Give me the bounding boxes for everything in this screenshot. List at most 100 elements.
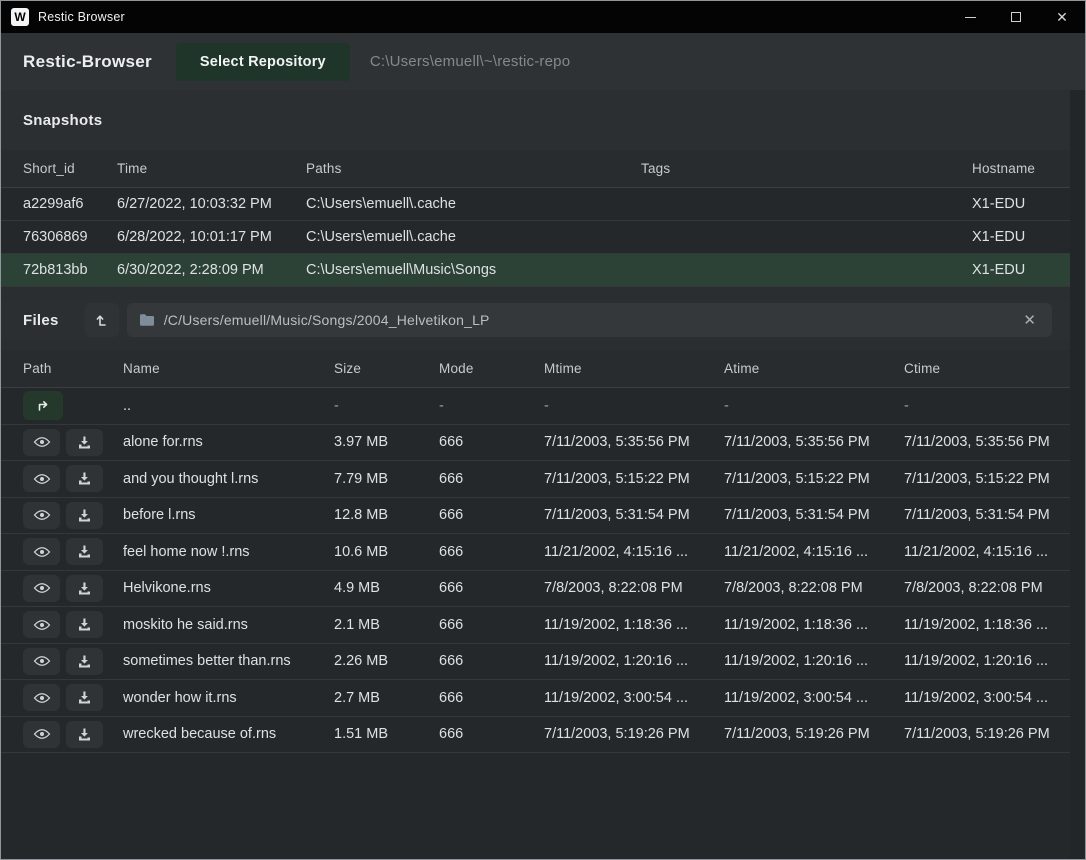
file-size: 2.26 MB — [334, 653, 439, 669]
file-size: 2.7 MB — [334, 690, 439, 706]
minimize-button[interactable] — [947, 1, 993, 33]
file-name: wonder how it.rns — [123, 690, 334, 706]
maximize-button[interactable] — [993, 1, 1039, 33]
file-row[interactable]: sometimes better than.rns 2.26 MB 666 11… — [1, 644, 1070, 681]
close-button[interactable]: ✕ — [1039, 1, 1085, 33]
parent-dir-row[interactable]: .. - - - - - — [1, 388, 1070, 425]
eye-icon — [33, 691, 51, 705]
eye-icon — [33, 508, 51, 522]
file-row[interactable]: before l.rns 12.8 MB 666 7/11/2003, 5:31… — [1, 498, 1070, 535]
preview-file-button[interactable] — [23, 684, 60, 711]
file-ctime: 11/19/2002, 3:00:54 ... — [904, 690, 1070, 706]
file-row[interactable]: Helvikone.rns 4.9 MB 666 7/8/2003, 8:22:… — [1, 571, 1070, 608]
titlebar: W Restic Browser ✕ — [1, 1, 1085, 33]
file-ctime: 11/19/2002, 1:20:16 ... — [904, 653, 1070, 669]
file-row[interactable]: alone for.rns 3.97 MB 666 7/11/2003, 5:3… — [1, 425, 1070, 462]
file-name: feel home now !.rns — [123, 544, 334, 560]
file-mtime: 11/19/2002, 1:18:36 ... — [544, 617, 724, 633]
preview-file-button[interactable] — [23, 502, 60, 529]
files-table: .. - - - - - — [1, 388, 1070, 859]
snapshot-paths: C:\Users\emuell\.cache — [306, 196, 641, 212]
file-ctime: 7/11/2003, 5:31:54 PM — [904, 507, 1070, 523]
snapshot-short-id: 76306869 — [23, 229, 117, 245]
app-window: W Restic Browser ✕ Restic-Browser Select… — [0, 0, 1086, 860]
col-size: Size — [334, 361, 439, 376]
snapshots-table: a2299af6 6/27/2022, 10:03:32 PM C:\Users… — [1, 188, 1070, 287]
file-mode: 666 — [439, 507, 544, 523]
file-atime: 7/11/2003, 5:15:22 PM — [724, 471, 904, 487]
folder-icon — [139, 313, 155, 327]
wails-logo-icon: W — [11, 8, 29, 26]
file-size: 7.79 MB — [334, 471, 439, 487]
file-ctime: 11/21/2002, 4:15:16 ... — [904, 544, 1070, 560]
col-hostname: Hostname — [972, 161, 1070, 176]
file-mtime: 7/11/2003, 5:19:26 PM — [544, 726, 724, 742]
file-name: sometimes better than.rns — [123, 653, 334, 669]
download-file-button[interactable] — [66, 721, 103, 748]
select-repository-button[interactable]: Select Repository — [176, 43, 350, 81]
current-path-field[interactable]: /C/Users/emuell/Music/Songs/2004_Helveti… — [127, 303, 1052, 337]
preview-file-button[interactable] — [23, 538, 60, 565]
snapshot-short-id: a2299af6 — [23, 196, 117, 212]
col-mode: Mode — [439, 361, 544, 376]
file-name: and you thought l.rns — [123, 471, 334, 487]
download-file-button[interactable] — [66, 538, 103, 565]
eye-icon — [33, 618, 51, 632]
eye-icon — [33, 727, 51, 741]
preview-file-button[interactable] — [23, 648, 60, 675]
file-size: 1.51 MB — [334, 726, 439, 742]
parent-ctime: - — [904, 398, 1070, 414]
file-row[interactable]: feel home now !.rns 10.6 MB 666 11/21/20… — [1, 534, 1070, 571]
file-row[interactable]: wrecked because of.rns 1.51 MB 666 7/11/… — [1, 717, 1070, 754]
col-paths: Paths — [306, 161, 641, 176]
go-to-root-button[interactable] — [85, 303, 119, 337]
download-file-button[interactable] — [66, 611, 103, 638]
download-file-button[interactable] — [66, 684, 103, 711]
download-icon — [77, 690, 92, 705]
clear-path-button[interactable]: ✕ — [1017, 309, 1042, 331]
download-file-button[interactable] — [66, 465, 103, 492]
download-icon — [77, 654, 92, 669]
file-name: wrecked because of.rns — [123, 726, 334, 742]
snapshot-short-id: 72b813bb — [23, 262, 117, 278]
download-file-button[interactable] — [66, 502, 103, 529]
file-mode: 666 — [439, 690, 544, 706]
snapshot-row[interactable]: 76306869 6/28/2022, 10:01:17 PM C:\Users… — [1, 221, 1070, 254]
download-file-button[interactable] — [66, 575, 103, 602]
window-title: Restic Browser — [38, 10, 125, 24]
snapshot-hostname: X1-EDU — [972, 196, 1070, 212]
download-file-button[interactable] — [66, 648, 103, 675]
snapshot-row[interactable]: 72b813bb 6/30/2022, 2:28:09 PM C:\Users\… — [1, 254, 1070, 287]
download-file-button[interactable] — [66, 429, 103, 456]
download-icon — [77, 471, 92, 486]
col-short-id: Short_id — [23, 161, 117, 176]
preview-file-button[interactable] — [23, 611, 60, 638]
repository-path: C:\Users\emuell\~\restic-repo — [370, 53, 570, 70]
file-row[interactable]: moskito he said.rns 2.1 MB 666 11/19/200… — [1, 607, 1070, 644]
preview-file-button[interactable] — [23, 465, 60, 492]
file-mtime: 11/19/2002, 1:20:16 ... — [544, 653, 724, 669]
parent-atime: - — [724, 398, 904, 414]
file-row[interactable]: wonder how it.rns 2.7 MB 666 11/19/2002,… — [1, 680, 1070, 717]
download-icon — [77, 581, 92, 596]
file-row[interactable]: and you thought l.rns 7.79 MB 666 7/11/2… — [1, 461, 1070, 498]
snapshot-paths: C:\Users\emuell\Music\Songs — [306, 262, 641, 278]
preview-file-button[interactable] — [23, 721, 60, 748]
preview-file-button[interactable] — [23, 575, 60, 602]
go-parent-button[interactable] — [23, 391, 63, 420]
files-title: Files — [23, 312, 59, 329]
file-size: 4.9 MB — [334, 580, 439, 596]
file-atime: 7/8/2003, 8:22:08 PM — [724, 580, 904, 596]
file-mtime: 7/11/2003, 5:31:54 PM — [544, 507, 724, 523]
col-name: Name — [123, 361, 334, 376]
col-path: Path — [23, 361, 123, 376]
file-mtime: 7/8/2003, 8:22:08 PM — [544, 580, 724, 596]
files-table-header: Path Name Size Mode Mtime Atime Ctime — [1, 350, 1070, 388]
download-icon — [77, 617, 92, 632]
file-atime: 11/19/2002, 1:18:36 ... — [724, 617, 904, 633]
file-name: before l.rns — [123, 507, 334, 523]
download-icon — [77, 508, 92, 523]
preview-file-button[interactable] — [23, 429, 60, 456]
snapshot-row[interactable]: a2299af6 6/27/2022, 10:03:32 PM C:\Users… — [1, 188, 1070, 221]
snapshots-title: Snapshots — [23, 112, 102, 129]
